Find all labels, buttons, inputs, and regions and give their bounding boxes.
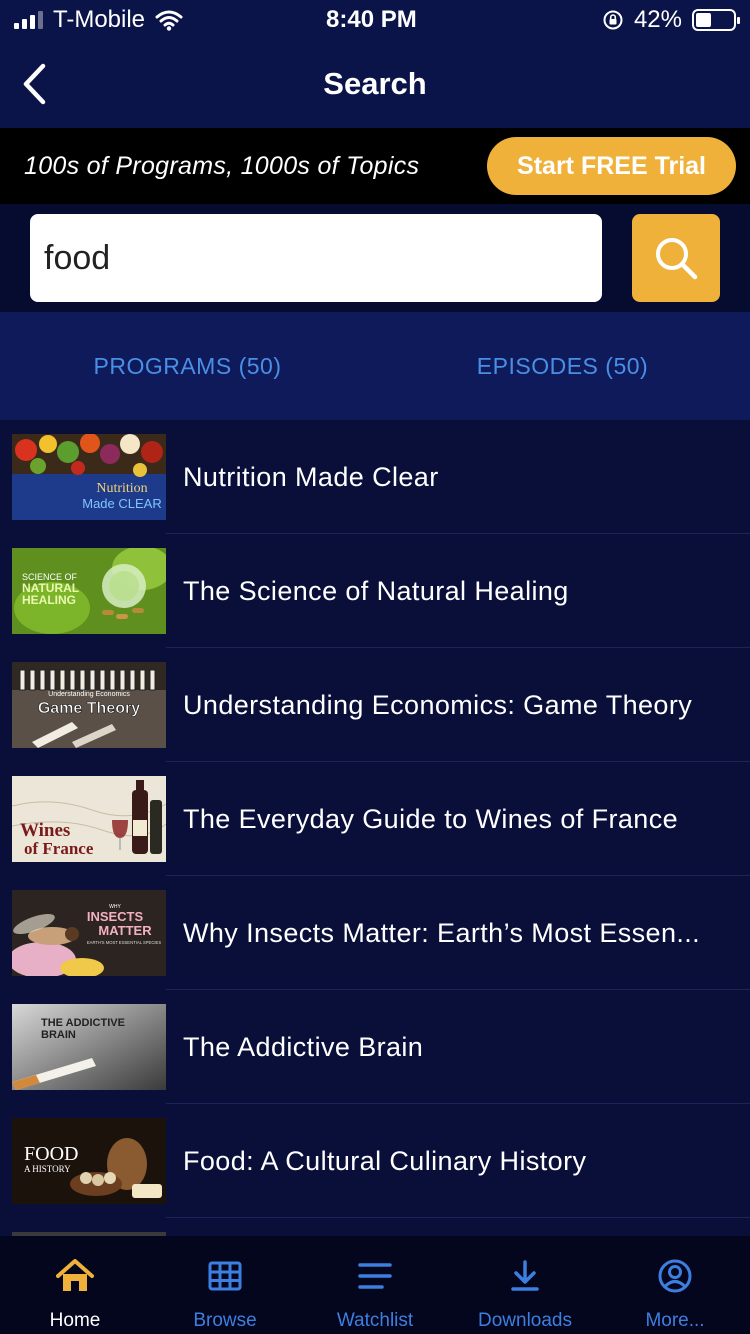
list-item[interactable]: SCIENCE OF NATURAL HEALING The Science o…: [0, 534, 750, 648]
results-list: Nutrition Made CLEAR Nutrition Made Clea…: [0, 420, 750, 1236]
thumb-text: THE ADDICTIVE: [41, 1017, 125, 1029]
thumb-text: A HISTORY: [24, 1164, 71, 1174]
program-title: Food: A Cultural Culinary History: [183, 1145, 587, 1176]
signal-icon: [14, 11, 43, 29]
list-item[interactable]: Understanding Economics Game Theory Unde…: [0, 648, 750, 762]
grid-icon: [208, 1261, 242, 1291]
tab-browse[interactable]: Browse: [150, 1236, 300, 1334]
thumb-text: Made CLEAR: [82, 496, 161, 511]
list-item[interactable]: [0, 1218, 750, 1236]
cigarette-image: THE ADDICTIVE BRAIN: [12, 1004, 166, 1090]
tab-label: Browse: [193, 1310, 257, 1331]
tab-label: Watchlist: [336, 1310, 414, 1331]
list-item[interactable]: Wines of France The Everyday Guide to Wi…: [0, 762, 750, 876]
rotation-lock-icon: [603, 10, 623, 30]
thumb-text: of France: [24, 839, 94, 858]
thumb-text: BRAIN: [41, 1029, 76, 1041]
promo-banner: 100s of Programs, 1000s of Topics Start …: [0, 128, 750, 204]
tab-more[interactable]: More...: [600, 1236, 750, 1334]
thumb-text: Understanding Economics: [48, 691, 130, 698]
tab-home[interactable]: Home: [0, 1236, 150, 1334]
tab-label: Downloads: [478, 1310, 572, 1331]
list-item[interactable]: THE ADDICTIVE BRAIN The Addictive Brain: [0, 990, 750, 1104]
food-still-life-image: FOOD A HISTORY: [12, 1118, 166, 1204]
tab-programs[interactable]: PROGRAMS (50): [0, 312, 375, 420]
tab-episodes[interactable]: EPISODES (50): [375, 312, 750, 420]
program-title: The Addictive Brain: [183, 1031, 424, 1062]
thumb-text: MATTER: [98, 923, 152, 938]
tab-label: More...: [645, 1310, 705, 1331]
thumb-text: EARTH'S MOST ESSENTIAL SPECIES: [87, 940, 161, 945]
thumb-text: Nutrition: [96, 481, 147, 496]
promo-text: 100s of Programs, 1000s of Topics: [24, 151, 420, 180]
battery-percent: 42%: [633, 6, 682, 33]
home-icon: [56, 1259, 94, 1291]
result-tabs: PROGRAMS (50) EPISODES (50): [0, 312, 750, 420]
list-item[interactable]: Nutrition Made CLEAR Nutrition Made Clea…: [0, 420, 750, 534]
nav-bar: Search: [0, 40, 750, 128]
battery-group: 42%: [602, 6, 740, 34]
program-title: Why Insects Matter: Earth’s Most Essen..…: [183, 917, 701, 948]
battery-icon: [692, 9, 740, 31]
chevron-left-icon: [23, 63, 46, 105]
tab-label: Home: [49, 1310, 101, 1331]
carrier-group: T-Mobile: [14, 6, 183, 34]
wine-image: Wines of France: [12, 776, 166, 862]
search-input[interactable]: food: [30, 214, 602, 302]
program-title: Nutrition Made Clear: [183, 461, 439, 492]
insect-image: WHY INSECTS MATTER EARTH'S MOST ESSENTIA…: [12, 890, 166, 976]
start-free-trial-button[interactable]: Start FREE Trial: [487, 137, 736, 195]
tab-watchlist[interactable]: Watchlist: [300, 1236, 450, 1334]
status-bar: T-Mobile 8:40 PM 42%: [0, 0, 750, 40]
wifi-icon: [155, 10, 183, 31]
list-icon: [358, 1263, 392, 1289]
list-item[interactable]: WHY INSECTS MATTER EARTH'S MOST ESSENTIA…: [0, 876, 750, 990]
program-title: The Everyday Guide to Wines of France: [183, 803, 679, 834]
search-row: food: [0, 204, 750, 312]
thumb-text: Game Theory: [38, 700, 140, 717]
search-icon: [656, 238, 698, 280]
thumb-text: HEALING: [22, 593, 76, 607]
dominoes-image: Understanding Economics Game Theory: [12, 662, 166, 748]
profile-icon: [658, 1259, 692, 1293]
thumb-text: Wines: [20, 820, 70, 841]
carrier-name: T-Mobile: [53, 6, 146, 33]
thumb-text: INSECTS: [87, 909, 144, 924]
clock: 8:40 PM: [326, 6, 417, 33]
program-title: Understanding Economics: Game Theory: [183, 689, 693, 720]
program-title: The Science of Natural Healing: [183, 575, 569, 606]
thumb-text: FOOD: [24, 1143, 78, 1165]
download-icon: [511, 1260, 539, 1291]
produce-image: Nutrition Made CLEAR: [12, 434, 166, 520]
page-title: Search: [323, 66, 427, 101]
tab-downloads[interactable]: Downloads: [450, 1236, 600, 1334]
search-button[interactable]: [632, 214, 720, 302]
tab-bar: Home Browse Watchlist Downloads More...: [0, 1236, 750, 1334]
list-item[interactable]: FOOD A HISTORY Food: A Cultural Culinary…: [0, 1104, 750, 1218]
back-button[interactable]: [14, 60, 54, 108]
herbs-image: SCIENCE OF NATURAL HEALING: [12, 548, 166, 634]
